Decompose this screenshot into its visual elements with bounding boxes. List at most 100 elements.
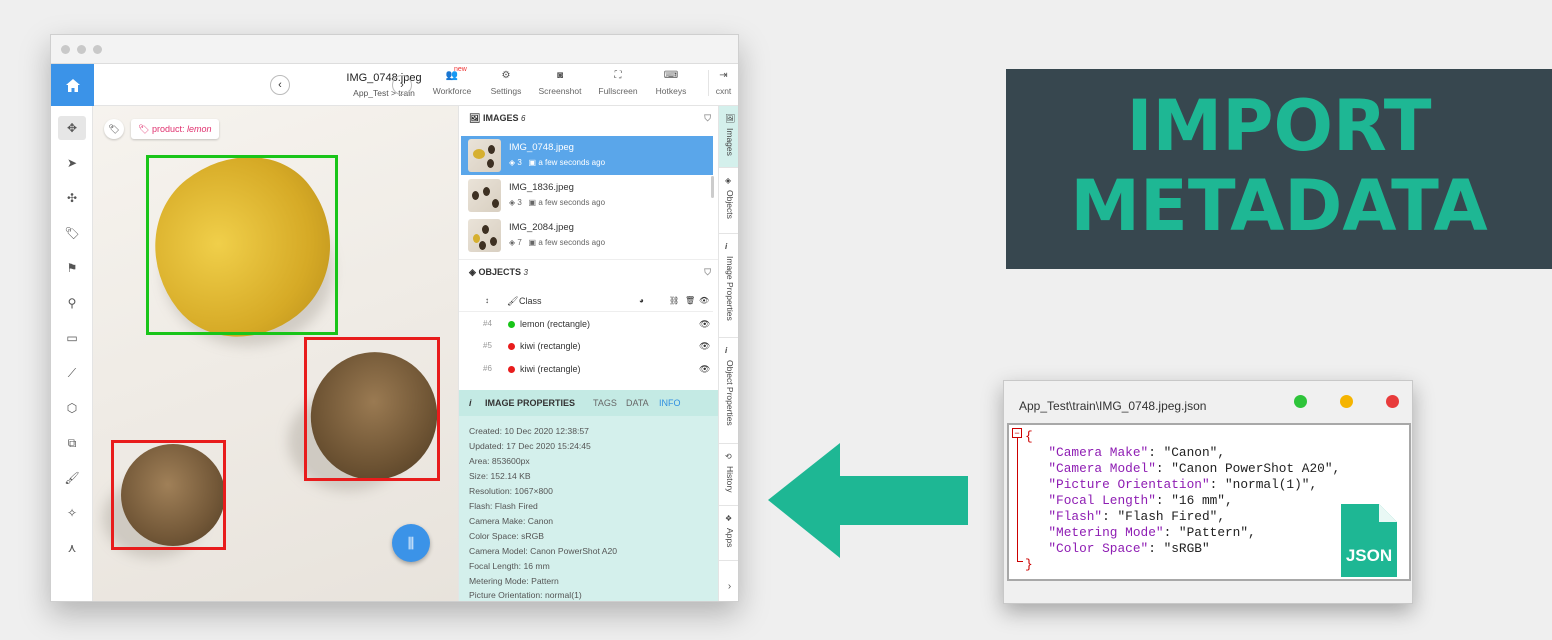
rectangle-tool[interactable]: ▭ <box>58 326 86 350</box>
tab-apps[interactable]: ❖ Apps <box>719 506 738 561</box>
fold-toggle-icon[interactable]: − <box>1012 428 1022 438</box>
camera-icon: ◙ <box>556 70 564 81</box>
class-color-dot <box>508 366 515 374</box>
tab-object-properties[interactable]: i Object Properties <box>719 338 738 444</box>
window-dot[interactable] <box>1340 395 1353 408</box>
rectangle-icon: ▭ <box>66 331 78 345</box>
tab-label: Objects <box>725 190 735 219</box>
sort-icon[interactable]: ↕ <box>485 290 489 312</box>
filter-icon[interactable]: ⛉ <box>704 106 711 130</box>
tab-data[interactable]: DATA <box>626 390 649 416</box>
logout-button[interactable]: ⇥ cxnt <box>708 70 738 96</box>
images-header[interactable]: 🖼 IMAGES 6 ⛉ <box>459 106 719 130</box>
kiwi-bounding-box[interactable] <box>304 337 440 481</box>
brush-tool[interactable]: 🖌 <box>58 466 86 490</box>
object-count: 3 <box>517 158 522 167</box>
eye-icon[interactable]: 👁 <box>699 290 709 312</box>
collapse-chevron-icon[interactable]: › <box>719 581 738 592</box>
window-dot[interactable] <box>93 45 102 54</box>
tab-history[interactable]: ⟲ History <box>719 444 738 506</box>
image-properties-title: IMAGE PROPERTIES <box>485 398 576 408</box>
tag-icon: 🏷 <box>108 124 120 134</box>
fullscreen-button[interactable]: ⛶ Fullscreen <box>590 70 646 96</box>
tab-images[interactable]: 🖼 Images <box>719 106 738 168</box>
window-dot[interactable] <box>1386 395 1399 408</box>
eye-icon[interactable]: 👁 <box>699 358 710 380</box>
eye-icon[interactable]: 👁 <box>699 313 710 335</box>
banner-line: IMPORT <box>1126 85 1432 167</box>
json-value: "Canon", <box>1163 445 1225 460</box>
graph-tool[interactable]: ⋏ <box>58 536 86 560</box>
tool-sidebar: ✥ ➤ ✣ 🏷 ⚑ ⚲ ▭ ⟋ ⬡ ⧉ 🖌 ✧ ⋏ <box>51 106 93 601</box>
pie-icon[interactable]: ◕ <box>639 290 644 312</box>
layers-icon: ◈ <box>509 158 516 167</box>
images-count: 6 <box>520 114 526 123</box>
calendar-icon: ▣ <box>528 198 537 207</box>
next-image-button[interactable]: › <box>392 75 412 95</box>
object-row[interactable]: #6 kiwi (rectangle) 👁 <box>459 358 713 380</box>
trash-icon[interactable]: 🗑 <box>685 290 695 312</box>
tab-info[interactable]: INFO <box>659 390 681 416</box>
tab-image-properties[interactable]: i Image Properties <box>719 234 738 338</box>
magic-wand-tool[interactable]: ✧ <box>58 501 86 525</box>
workforce-button[interactable]: 👥 new Workforce <box>424 66 480 96</box>
keyboard-icon: ⌨ <box>663 70 679 81</box>
tab-tags[interactable]: TAGS <box>593 390 617 416</box>
select-tool[interactable]: ➤ <box>58 151 86 175</box>
tab-objects[interactable]: ◈ Objects <box>719 168 738 234</box>
home-icon <box>65 78 80 92</box>
link-icon[interactable]: ⛓ <box>669 290 679 312</box>
json-brace: { <box>1025 429 1033 444</box>
json-window-title: App_Test\train\IMG_0748.jpeg.json <box>1019 399 1207 413</box>
property-line: Camera Make: Canon <box>469 516 554 526</box>
json-value: "sRGB" <box>1163 541 1210 556</box>
adjust-button[interactable]: ⫼ <box>392 524 430 562</box>
polygon-tool[interactable]: ⬡ <box>58 396 86 420</box>
annotation-canvas[interactable]: 🏷 🏷 product: lemon ⫼ <box>93 106 458 601</box>
object-row[interactable]: #5 kiwi (rectangle) 👁 <box>459 335 713 357</box>
calendar-icon: ▣ <box>528 158 537 167</box>
kiwi-bounding-box[interactable] <box>111 440 226 550</box>
move-icon: ✥ <box>66 121 78 135</box>
tab-label: Object Properties <box>725 360 735 426</box>
property-line: Created: 10 Dec 2020 12:38:57 <box>469 426 589 436</box>
image-tag-chip[interactable]: 🏷 product: lemon <box>131 119 219 139</box>
tag-toggle-button[interactable]: 🏷 <box>104 119 124 139</box>
objects-header[interactable]: ◈ OBJECTS 3 ⛉ <box>459 259 719 283</box>
filter-icon[interactable]: ⛉ <box>704 260 711 284</box>
image-list-item[interactable]: IMG_1836.jpeg ◈ 3 ▣ a few seconds ago <box>461 176 713 215</box>
hotkeys-button[interactable]: ⌨ Hotkeys <box>643 70 699 96</box>
breadcrumb[interactable]: App_Test > train <box>339 88 429 98</box>
window-dot[interactable] <box>61 45 70 54</box>
flag-tool[interactable]: ⚑ <box>58 256 86 280</box>
polyline-tool[interactable]: ⟋ <box>58 361 86 385</box>
keypoint-tool[interactable]: ⚲ <box>58 291 86 315</box>
object-row[interactable]: #4 lemon (rectangle) 👁 <box>459 313 713 335</box>
window-dot[interactable] <box>1294 395 1307 408</box>
class-header[interactable]: Class <box>519 290 542 312</box>
graph-icon: ⋏ <box>67 541 77 555</box>
bitmap-tool[interactable]: ⧉ <box>58 431 86 455</box>
move-tool[interactable]: ✥ <box>58 116 86 140</box>
prev-image-button[interactable]: ‹ <box>270 75 290 95</box>
image-list-item[interactable]: IMG_2084.jpeg ◈ 7 ▣ a few seconds ago <box>461 216 713 255</box>
scrollbar[interactable] <box>711 176 714 198</box>
image-time: a few seconds ago <box>538 238 606 247</box>
fold-line <box>1017 561 1023 562</box>
class-color-dot <box>508 343 515 351</box>
screenshot-button[interactable]: ◙ Screenshot <box>532 70 588 96</box>
eye-icon[interactable]: 👁 <box>699 335 710 357</box>
tag-tool[interactable]: 🏷 <box>58 221 86 245</box>
images-title: IMAGES <box>482 113 519 123</box>
tab-label: Images <box>725 128 735 156</box>
image-time: a few seconds ago <box>538 198 606 207</box>
settings-button[interactable]: ⚙ Settings <box>478 70 534 96</box>
gear-icon: ⚙ <box>501 70 511 81</box>
window-dot[interactable] <box>77 45 86 54</box>
image-list-item[interactable]: IMG_0748.jpeg ◈ 3 ▣ a few seconds ago <box>461 136 713 175</box>
home-button[interactable] <box>51 64 94 106</box>
lemon-bounding-box[interactable] <box>146 155 338 335</box>
image-thumbnail <box>468 219 501 252</box>
pointer-icon: ➤ <box>66 156 78 170</box>
drag-tool[interactable]: ✣ <box>58 186 86 210</box>
